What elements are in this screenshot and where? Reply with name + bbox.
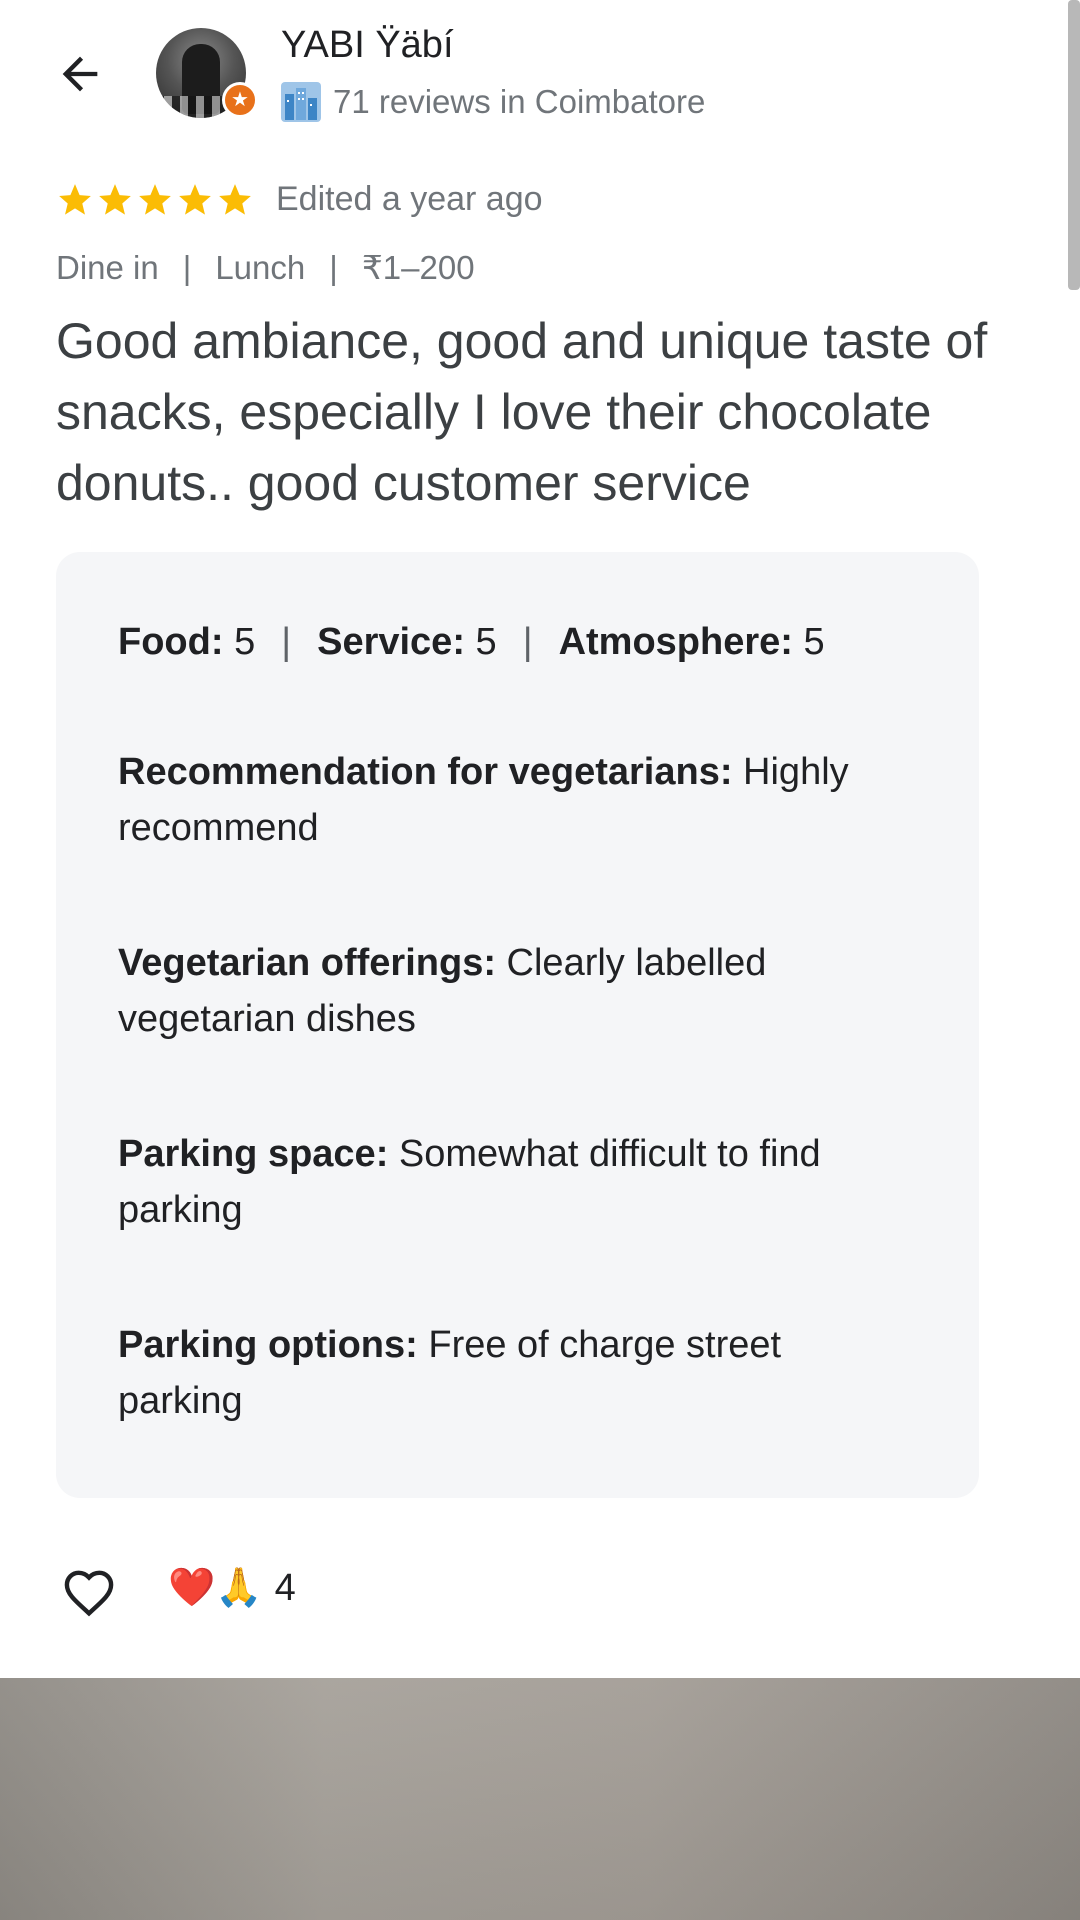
- arrow-back-icon: [62, 56, 98, 92]
- scrollbar[interactable]: [1068, 0, 1080, 290]
- back-button[interactable]: [44, 38, 116, 110]
- like-button[interactable]: [56, 1560, 122, 1620]
- attribute-label: Vegetarian offerings:: [118, 942, 496, 984]
- score-label-food: Food:: [118, 621, 224, 663]
- divider: |: [281, 621, 292, 663]
- local-guide-badge-icon: ★: [222, 82, 258, 118]
- divider: |: [522, 621, 533, 663]
- star-icon: [139, 183, 171, 215]
- attribute-label: Parking options:: [118, 1324, 418, 1366]
- attribute-label: Parking space:: [118, 1133, 389, 1175]
- review-time: Edited a year ago: [276, 180, 543, 218]
- attribute-parking-space: Parking space: Somewhat difficult to fin…: [118, 1126, 898, 1238]
- divider: |: [329, 248, 338, 286]
- review-detail-page: ★ YABI Ÿäbí 71 reviews in Coimbatore Edi…: [0, 0, 1080, 1920]
- star-icon: [99, 183, 131, 215]
- attribute-vegetarian-recommendation: Recommendation for vegetarians: Highly r…: [118, 744, 898, 856]
- reaction-count: 4: [274, 1566, 296, 1609]
- heart-outline-icon: [64, 1570, 114, 1617]
- city-buildings-icon: [281, 82, 321, 122]
- reaction-emojis: ❤️🙏: [168, 1567, 263, 1609]
- review-text: Good ambiance, good and unique taste of …: [56, 313, 988, 511]
- review-photo[interactable]: [0, 1678, 1080, 1920]
- tag-price: ₹1–200: [361, 249, 475, 286]
- star-icon: [59, 183, 91, 215]
- attribute-scores: Food: 5 | Service: 5 | Atmosphere: 5: [118, 614, 898, 670]
- attribute-label: Recommendation for vegetarians:: [118, 751, 733, 793]
- review-count-text: 71 reviews in Coimbatore: [333, 83, 706, 120]
- star-rating: [56, 181, 254, 219]
- star-icon: [219, 183, 251, 215]
- user-meta: 71 reviews in Coimbatore: [281, 82, 705, 122]
- score-label-service: Service:: [317, 621, 465, 663]
- attribute-parking-options: Parking options: Free of charge street p…: [118, 1317, 898, 1429]
- rating-row: Edited a year ago: [56, 180, 543, 219]
- score-value-food: 5: [234, 621, 256, 663]
- score-value-service: 5: [475, 621, 497, 663]
- attribute-vegetarian-offerings: Vegetarian offerings: Clearly labelled v…: [118, 935, 898, 1047]
- user-name[interactable]: YABI Ÿäbí: [281, 24, 454, 67]
- divider: |: [182, 248, 192, 286]
- score-label-atmosphere: Atmosphere:: [558, 621, 793, 663]
- reaction-summary[interactable]: ❤️🙏 4: [168, 1566, 296, 1610]
- score-value-atmosphere: 5: [803, 621, 825, 663]
- tag-dine-in: Dine in: [56, 248, 159, 286]
- tag-meal: Lunch: [215, 248, 306, 286]
- star-icon: [179, 183, 211, 215]
- visit-tags: Dine in | Lunch | ₹1–200: [56, 248, 475, 287]
